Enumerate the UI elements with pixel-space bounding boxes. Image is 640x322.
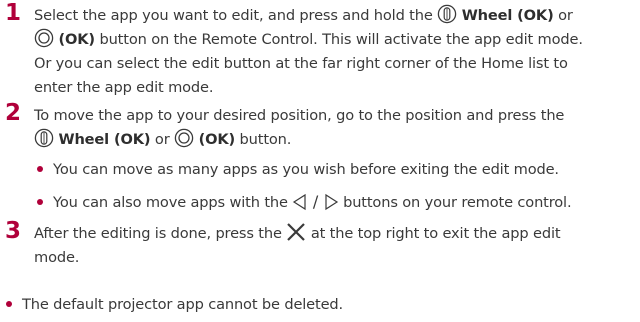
step-line: Or you can select the edit button at the… [34, 55, 568, 72]
step-number: 3 [5, 218, 22, 244]
note: The default projector app cannot be dele… [0, 293, 640, 317]
step-text: To move the app to your desired position… [34, 104, 638, 152]
step-text: After the editing is done, press the at … [34, 222, 638, 270]
list-item: You can also move apps with the / button… [34, 190, 638, 215]
step-number: 1 [5, 0, 22, 26]
ok-label: (OK) [198, 131, 236, 148]
ok-button-icon [34, 28, 59, 48]
step-line: To move the app to your desired position… [34, 107, 565, 124]
step-line: Select the app you want to edit, and pre… [34, 4, 573, 24]
bullet-icon [37, 198, 43, 205]
wheel-ok-label: Wheel (OK) [461, 7, 554, 24]
step-line: Wheel (OK) or (OK) button. [34, 128, 638, 152]
wheel-ok-label: Wheel (OK) [58, 131, 151, 148]
wheel-icon [34, 128, 59, 148]
close-x-icon [286, 223, 311, 242]
step-line: (OK) button on the Remote Control. This … [34, 28, 638, 52]
bullet-icon [37, 165, 43, 172]
step-line: After the editing is done, press the at … [34, 223, 561, 242]
manual-page: 1 Select the app you want to edit, and p… [0, 0, 640, 322]
ok-label: (OK) [58, 31, 96, 48]
step-line: enter the app edit mode. [34, 79, 214, 96]
bullet-icon [6, 300, 12, 307]
step-line: mode. [34, 249, 80, 266]
step-text: Select the app you want to edit, and pre… [34, 4, 638, 100]
right-arrow-icon [318, 193, 343, 211]
note-text: The default projector app cannot be dele… [22, 296, 344, 313]
list-item: You can move as many apps as you wish be… [34, 158, 638, 182]
ok-button-icon [174, 128, 199, 148]
step-number: 2 [5, 100, 22, 126]
left-arrow-icon [292, 193, 313, 211]
wheel-icon [437, 4, 462, 24]
